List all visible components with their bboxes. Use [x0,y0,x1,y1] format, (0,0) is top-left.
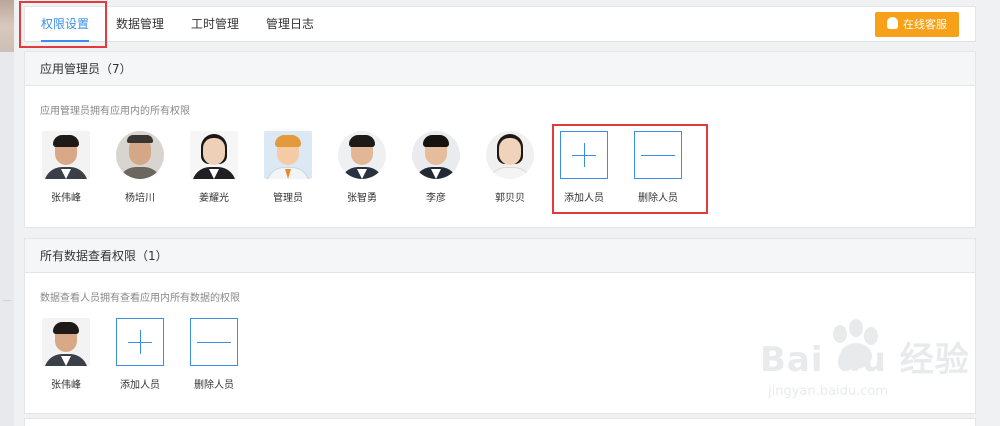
next-panel-edge [24,418,976,426]
member-name: 张伟峰 [51,380,81,391]
member-zhangzhiyong[interactable]: 张智勇 [332,131,392,204]
member-zhangweifeng[interactable]: 张伟峰 [36,131,96,204]
data-viewers-title: 所有数据查看权限（1） [25,239,975,273]
minus-icon [190,318,238,366]
member-guobeibei[interactable]: 郭贝贝 [480,131,540,204]
data-viewers-panel: 所有数据查看权限（1） 数据查看人员拥有查看应用内所有数据的权限 张伟峰 添加人… [24,238,976,414]
add-viewer-label: 添加人员 [120,380,160,391]
member-admin[interactable]: 管理员 [258,131,318,204]
online-support-label: 在线客服 [903,18,947,31]
tab-management-log[interactable]: 管理日志 [266,7,314,41]
data-viewers-description: 数据查看人员拥有查看应用内所有数据的权限 [40,293,240,304]
sidebar-photo [0,0,14,52]
member-jiangyaoguang[interactable]: 姜耀光 [184,131,244,204]
avatar [42,131,90,179]
remove-viewer-button[interactable]: 删除人员 [184,318,244,391]
member-name: 李彦 [426,193,446,204]
app-admins-title: 应用管理员（7） [25,52,975,86]
app-admins-description: 应用管理员拥有应用内的所有权限 [40,106,190,117]
qq-icon [887,17,898,29]
member-zhangweifeng[interactable]: 张伟峰 [36,318,96,391]
member-liyan[interactable]: 李彦 [406,131,466,204]
avatar [412,131,460,179]
member-name: 管理员 [273,193,303,204]
member-name: 杨培川 [125,193,155,204]
avatar [116,131,164,179]
plus-icon [116,318,164,366]
app-admins-panel: 应用管理员（7） 应用管理员拥有应用内的所有权限 张伟峰 杨培川 姜耀光 管理员 [24,51,976,228]
member-yangpeichuan[interactable]: 杨培川 [110,131,170,204]
remove-viewer-label: 删除人员 [194,380,234,391]
avatar [190,131,238,179]
member-name: 张智勇 [347,193,377,204]
sidebar-divider [3,300,11,301]
add-viewer-button[interactable]: 添加人员 [110,318,170,391]
avatar [42,318,90,366]
highlight-box-ops [552,124,708,214]
avatar [264,131,312,179]
tab-data-management[interactable]: 数据管理 [116,7,164,41]
member-name: 姜耀光 [199,193,229,204]
member-name: 张伟峰 [51,193,81,204]
avatar [486,131,534,179]
member-name: 郭贝贝 [495,193,525,204]
left-sidebar-strip [0,0,14,426]
top-tab-bar: 权限设置 数据管理 工时管理 管理日志 在线客服 [24,6,976,42]
tab-hours-management[interactable]: 工时管理 [191,7,239,41]
online-support-button[interactable]: 在线客服 [875,12,959,37]
highlight-box-tab [19,1,107,48]
avatar [338,131,386,179]
